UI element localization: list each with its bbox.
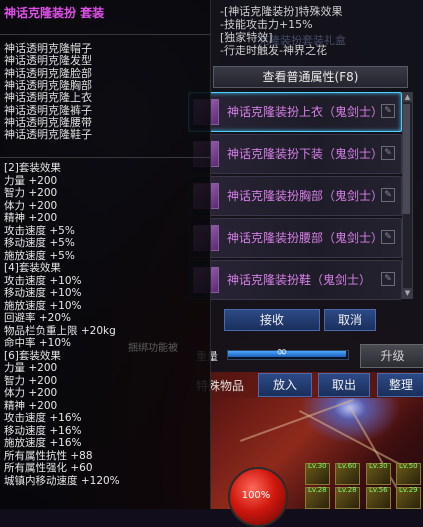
scroll-down-icon[interactable]: ▼ (402, 288, 413, 298)
sort-button[interactable]: 整理 (377, 373, 423, 397)
set-effect-line: 移动速度 +16% (4, 425, 82, 437)
set-effect-line: 体力 +200 (4, 387, 58, 399)
effect-line: -技能攻击力+15% (220, 18, 313, 31)
set-effect-line: [4]套装效果 (4, 262, 61, 274)
cancel-button[interactable]: 取消 (324, 309, 376, 331)
set-effect-line: 物品栏负重上限 +20kg (4, 325, 116, 337)
edit-icon[interactable]: ✎ (381, 272, 395, 286)
set-effect-line: 攻击速度 +16% (4, 412, 82, 424)
set-effect-line: 精神 +200 (4, 400, 58, 412)
view-normal-attributes-button[interactable]: 查看普通属性(F8) (213, 66, 408, 88)
list-item[interactable]: 神话克隆装扮腰部（鬼剑士） ✎ (188, 218, 402, 258)
effect-line: [独家特效] (220, 31, 273, 44)
upgrade-button[interactable]: 升级 (360, 344, 423, 368)
tooltip-title: 神话克隆装扮 套装 (4, 6, 105, 20)
set-effect-line: 施放速度 +10% (4, 300, 82, 312)
edit-icon[interactable]: ✎ (381, 230, 395, 244)
skill-slot[interactable]: Lv.28 (305, 486, 330, 509)
accept-button[interactable]: 接收 (224, 309, 320, 331)
item-label: 神话克隆装扮上衣（鬼剑士） (227, 105, 384, 119)
put-in-button[interactable]: 放入 (258, 373, 312, 397)
set-effect-line: [6]套装效果 (4, 350, 61, 362)
effect-line: -[神话克隆装扮]特殊效果 (220, 5, 343, 18)
list-item[interactable]: 神话克隆装扮胸部（鬼剑士） ✎ (188, 176, 402, 216)
scrollbar-thumb[interactable] (403, 104, 410, 214)
skill-slot[interactable]: Lv.60 (335, 462, 360, 485)
list-item[interactable]: 神话克隆装扮上衣（鬼剑士） ✎ (188, 92, 402, 132)
set-effect-line: 力量 +200 (4, 362, 58, 374)
item-label: 神话克隆装扮腰部（鬼剑士） (227, 231, 384, 245)
skill-slot[interactable]: Lv.30 (366, 462, 391, 485)
item-label: 神话克隆装扮鞋（鬼剑士） (227, 273, 372, 287)
set-effect-line: 命中率 +10% (4, 337, 71, 349)
skill-slot[interactable]: Lv.56 (366, 486, 391, 509)
set-effect-line: 攻击速度 +10% (4, 275, 82, 287)
set-piece-name: 神话透明克隆上衣 (4, 91, 92, 104)
edit-icon[interactable]: ✎ (381, 188, 395, 202)
set-effect-line: 智力 +200 (4, 375, 58, 387)
set-effect-line: 城镇内移动速度 +120% (4, 475, 120, 487)
list-item[interactable]: 神话克隆装扮鞋（鬼剑士） ✎ (188, 260, 402, 300)
edit-icon[interactable]: ✎ (381, 104, 395, 118)
skill-slot[interactable]: Lv.30 (305, 462, 330, 485)
set-effect-line: 所有属性抗性 +88 (4, 450, 93, 462)
scroll-up-icon[interactable]: ▲ (402, 92, 413, 102)
set-effect-line: 施放速度 +5% (4, 250, 75, 262)
set-effect-line: 移动速度 +10% (4, 287, 82, 299)
set-effect-line: 力量 +200 (4, 175, 58, 187)
set-effect-line: 体力 +200 (4, 200, 58, 212)
set-piece-name: 神话透明克隆发型 (4, 54, 92, 67)
set-effect-line: 所有属性强化 +60 (4, 462, 93, 474)
set-piece-name: 神话透明克隆鞋子 (4, 128, 92, 141)
skill-slot[interactable]: Lv.29 (396, 486, 421, 509)
item-label: 神话克隆装扮下装（鬼剑士） (227, 147, 384, 161)
divider (0, 34, 210, 35)
set-effect-line: 施放速度 +16% (4, 437, 82, 449)
set-effect-line: 移动速度 +5% (4, 237, 75, 249)
set-effect-line: 攻击速度 +5% (4, 225, 75, 237)
background-ghost-text: 捆绑功能被 (128, 343, 178, 354)
skill-slot[interactable]: Lv.50 (396, 462, 421, 485)
set-effect-line: 精神 +200 (4, 212, 58, 224)
infinity-icon: ∞ (276, 344, 288, 360)
list-item[interactable]: 神话克隆装扮下装（鬼剑士） ✎ (188, 134, 402, 174)
take-out-button[interactable]: 取出 (318, 373, 370, 397)
set-effect-line: [2]套装效果 (4, 162, 61, 174)
divider (0, 157, 210, 158)
effect-line: -行走时触发-神界之花 (220, 44, 327, 57)
set-effect-line: 智力 +200 (4, 187, 58, 199)
hp-percent-text: 100% (241, 490, 271, 501)
edit-icon[interactable]: ✎ (381, 146, 395, 160)
set-effect-line: 回避率 +20% (4, 312, 71, 324)
skill-slot[interactable]: Lv.28 (335, 486, 360, 509)
item-label: 神话克隆装扮胸部（鬼剑士） (227, 189, 384, 203)
